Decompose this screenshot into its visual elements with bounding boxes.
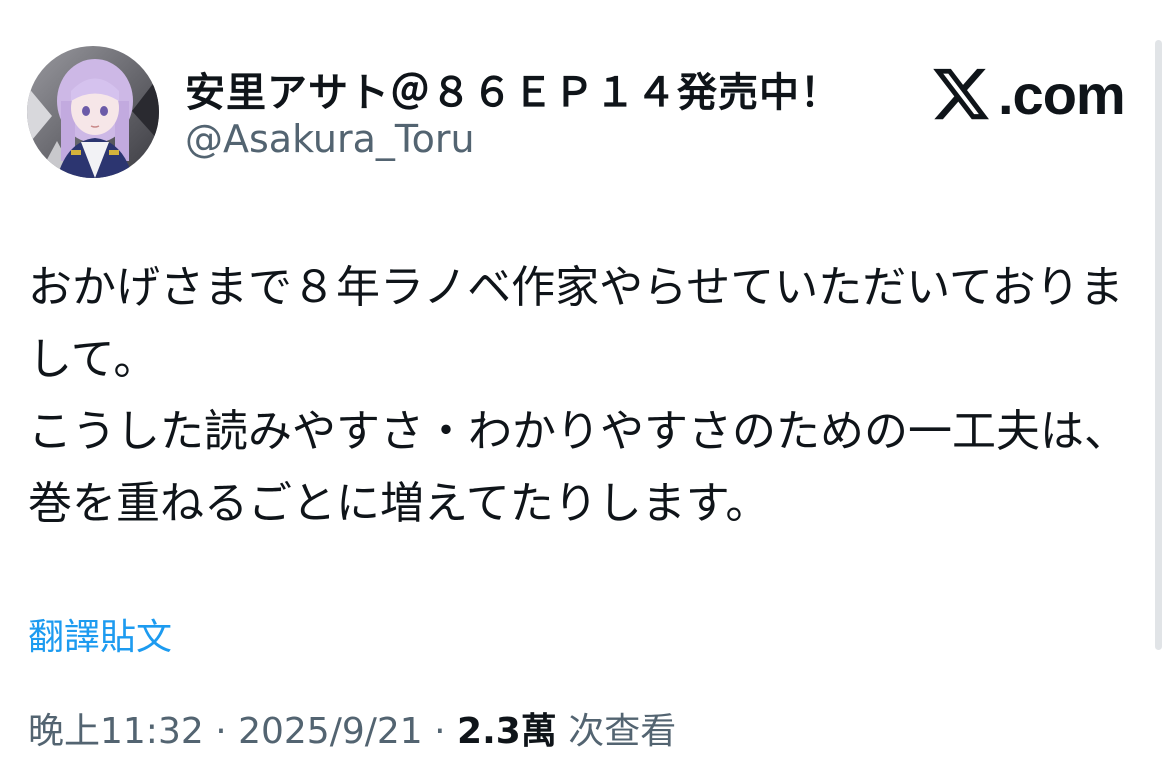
avatar-image [27,46,159,178]
views-label: 次查看 [556,711,677,752]
avatar[interactable] [27,46,159,178]
translate-post-link[interactable]: 翻譯貼文 [28,608,172,660]
tweet-meta: 晚上11:32 · 2025/9/21 · 2.3萬 次查看 [28,702,676,754]
tweet-card: 安里アサト＠８６ＥＰ１４発売中！ @Asakura_Toru .com おかげさ… [0,0,1170,780]
x-logo-icon [933,68,989,120]
scrollbar[interactable] [1155,40,1162,650]
brand: .com [930,62,1126,126]
meta-separator: · [422,711,458,752]
tweet-date[interactable]: 2025/9/21 [238,711,423,752]
views-count[interactable]: 2.3萬 [457,711,557,752]
meta-separator: · [203,711,239,752]
author-handle[interactable]: @Asakura_Toru [185,117,475,161]
tweet-time[interactable]: 晚上11:32 [28,711,204,752]
brand-domain: .com [998,62,1126,126]
author-display-name[interactable]: 安里アサト＠８６ＥＰ１４発売中！ [185,60,841,118]
tweet-text: おかげさまで８年ラノベ作家やらせていただいておりまして。 こうした読みやすさ・わ… [28,262,1128,529]
